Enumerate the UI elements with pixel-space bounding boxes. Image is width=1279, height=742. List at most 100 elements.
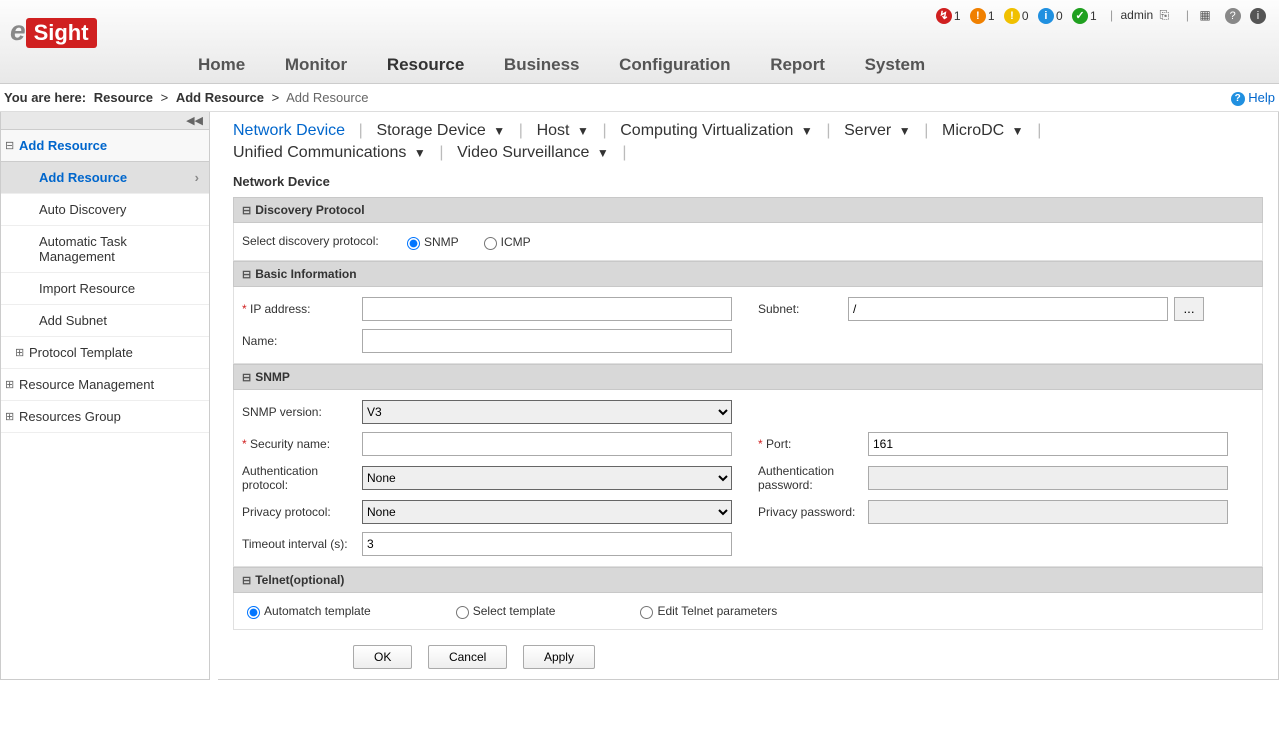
info-icon[interactable]: i (1250, 8, 1266, 24)
label-auth-password: Authentication password: (758, 464, 868, 492)
main-nav: Home Monitor Resource Business Configura… (180, 47, 943, 83)
section-snmp-body: SNMP version:V3 Security name: Authentic… (233, 390, 1263, 567)
nav-business[interactable]: Business (486, 47, 598, 83)
sidebar-item-add-resource[interactable]: Add Resource (1, 162, 209, 194)
section-snmp-header: ⊟SNMP (233, 364, 1263, 390)
tab-server[interactable]: Server ▼ (844, 122, 910, 139)
minus-icon[interactable]: ⊟ (242, 269, 251, 281)
plus-icon[interactable]: ⊞ (5, 378, 14, 391)
help-link[interactable]: ? Help (1231, 90, 1275, 106)
breadcrumb: You are here: Resource > Add Resource > … (0, 84, 1279, 112)
status-minor-count: 0 (1022, 9, 1029, 23)
radio-automatch[interactable]: Automatch template (242, 603, 391, 620)
radio-snmp[interactable]: SNMP (402, 233, 479, 250)
nav-configuration[interactable]: Configuration (601, 47, 748, 83)
cancel-button[interactable]: Cancel (428, 645, 507, 669)
logout-icon[interactable]: ⎘ (1160, 8, 1176, 24)
tab-video-surveillance[interactable]: Video Surveillance ▼ (457, 144, 609, 161)
input-auth-password[interactable] (868, 466, 1228, 490)
plus-icon[interactable]: ⊞ (15, 346, 24, 359)
section-telnet-header: ⊟Telnet(optional) (233, 567, 1263, 593)
tab-unified-communications[interactable]: Unified Communications ▼ (233, 144, 426, 161)
sidebar-collapse[interactable]: ◀◀ (1, 112, 209, 130)
status-critical-icon[interactable]: ↯ (936, 8, 952, 24)
input-port[interactable] (868, 432, 1228, 456)
ok-button[interactable]: OK (353, 645, 412, 669)
input-name[interactable] (362, 329, 732, 353)
tab-microdc[interactable]: MicroDC ▼ (942, 122, 1024, 139)
subnet-browse-button[interactable]: ... (1174, 297, 1204, 321)
select-privacy-protocol[interactable]: None (362, 500, 732, 524)
content: Network Device | Storage Device ▼ | Host… (218, 112, 1279, 680)
nav-system[interactable]: System (847, 47, 943, 83)
select-snmp-version[interactable]: V3 (362, 400, 732, 424)
label-timeout: Timeout interval (s): (242, 537, 362, 551)
breadcrumb-resource: Resource (94, 90, 153, 105)
tab-computing-virtualization[interactable]: Computing Virtualization ▼ (620, 122, 812, 139)
status-info-icon[interactable]: i (1038, 8, 1054, 24)
sidebar-item-protocol-template[interactable]: ⊞Protocol Template (1, 337, 209, 369)
radio-edit-telnet[interactable]: Edit Telnet parameters (635, 603, 797, 620)
caret-down-icon: ▼ (577, 124, 589, 138)
section-basic-header: ⊟Basic Information (233, 261, 1263, 287)
label-auth-protocol: Authentication protocol: (242, 464, 362, 492)
nav-home[interactable]: Home (180, 47, 263, 83)
tab-network-device[interactable]: Network Device (233, 122, 345, 139)
label-discovery-protocol: Select discovery protocol: (242, 234, 402, 248)
label-ip-address: IP address: (242, 302, 362, 316)
caret-down-icon: ▼ (414, 146, 426, 160)
minus-icon[interactable]: ⊟ (5, 139, 14, 152)
status-ok-icon[interactable]: ✓ (1072, 8, 1088, 24)
header: eSight Home Monitor Resource Business Co… (0, 0, 1279, 84)
input-ip-address[interactable] (362, 297, 732, 321)
nav-resource[interactable]: Resource (369, 47, 482, 83)
label-security-name: Security name: (242, 437, 362, 451)
help-icon[interactable]: ? (1225, 8, 1241, 24)
sitemap-icon[interactable]: ▦ (1199, 8, 1215, 24)
tab-host[interactable]: Host ▼ (537, 122, 589, 139)
breadcrumb-add1: Add Resource (176, 90, 264, 105)
sidebar-root-add-resource[interactable]: ⊟Add Resource (1, 130, 209, 162)
sidebar-item-add-subnet[interactable]: Add Subnet (1, 305, 209, 337)
radio-icmp[interactable]: ICMP (479, 233, 551, 250)
tab-storage-device[interactable]: Storage Device ▼ (376, 122, 505, 139)
select-auth-protocol[interactable]: None (362, 466, 732, 490)
breadcrumb-prefix: You are here: (4, 90, 86, 105)
apply-button[interactable]: Apply (523, 645, 595, 669)
sidebar-item-import-resource[interactable]: Import Resource (1, 273, 209, 305)
sidebar-item-resources-group[interactable]: ⊞Resources Group (1, 401, 209, 433)
minus-icon[interactable]: ⊟ (242, 575, 251, 587)
status-minor-icon[interactable]: ! (1004, 8, 1020, 24)
plus-icon[interactable]: ⊞ (5, 410, 14, 423)
label-port: Port: (758, 437, 868, 451)
input-subnet[interactable] (848, 297, 1168, 321)
minus-icon[interactable]: ⊟ (242, 205, 251, 217)
input-privacy-password[interactable] (868, 500, 1228, 524)
input-security-name[interactable] (362, 432, 732, 456)
section-telnet-body: Automatch template Select template Edit … (233, 593, 1263, 631)
status-major-count: 1 (988, 9, 995, 23)
sidebar-item-auto-discovery[interactable]: Auto Discovery (1, 194, 209, 226)
input-timeout[interactable] (362, 532, 732, 556)
section-discovery-body: Select discovery protocol: SNMP ICMP (233, 223, 1263, 261)
logo: eSight (10, 15, 97, 48)
current-user: admin (1120, 8, 1153, 22)
caret-down-icon: ▼ (801, 124, 813, 138)
status-bar: ↯1 !1 !0 i0 ✓1 | admin ⎘ | ▦ ? i (936, 8, 1269, 24)
status-critical-count: 1 (954, 9, 961, 23)
button-row: OK Cancel Apply (233, 645, 1263, 669)
radio-select-template[interactable]: Select template (451, 603, 576, 620)
status-ok-count: 1 (1090, 9, 1097, 23)
minus-icon[interactable]: ⊟ (242, 372, 251, 384)
logo-e: e (10, 15, 26, 46)
sidebar-item-resource-management[interactable]: ⊞Resource Management (1, 369, 209, 401)
status-major-icon[interactable]: ! (970, 8, 986, 24)
nav-report[interactable]: Report (752, 47, 843, 83)
sidebar-item-automatic-task[interactable]: Automatic Task Management (1, 226, 209, 273)
status-info-count: 0 (1056, 9, 1063, 23)
nav-monitor[interactable]: Monitor (267, 47, 365, 83)
label-privacy-password: Privacy password: (758, 505, 868, 519)
sidebar: ◀◀ ⊟Add Resource Add Resource Auto Disco… (0, 112, 210, 680)
section-discovery-header: ⊟Discovery Protocol (233, 197, 1263, 223)
caret-down-icon: ▼ (493, 124, 505, 138)
